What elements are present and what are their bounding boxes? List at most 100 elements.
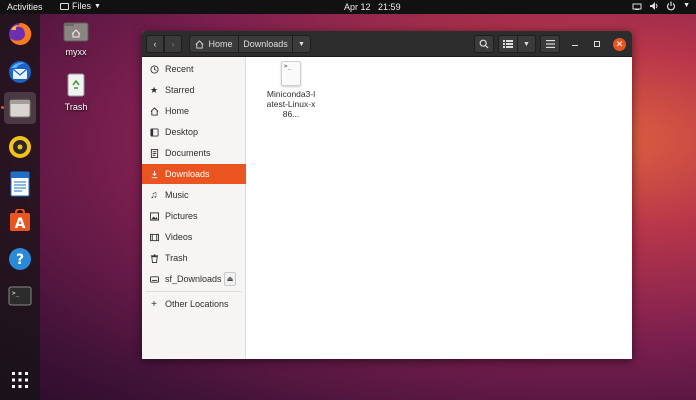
dock-help[interactable]: ?	[4, 243, 36, 275]
power-icon	[666, 1, 676, 11]
chevron-left-icon: ‹	[153, 39, 157, 49]
home-folder-icon	[59, 20, 93, 44]
home-icon	[149, 106, 159, 116]
back-button[interactable]: ‹	[146, 35, 164, 53]
clock-date: Apr 12	[344, 2, 371, 12]
script-file-icon: >_	[281, 61, 301, 86]
close-button[interactable]: ✕	[613, 38, 626, 51]
activities-button[interactable]: Activities	[7, 2, 43, 12]
search-button[interactable]	[474, 35, 494, 53]
app-menu[interactable]: Files ▼	[60, 1, 101, 11]
minimize-icon	[572, 45, 578, 46]
trash-icon	[149, 253, 159, 263]
sidebar-item-videos[interactable]: Videos	[142, 227, 246, 247]
sidebar-item-label: Recent	[165, 64, 194, 74]
clock-icon	[149, 64, 159, 74]
sidebar-item-desktop[interactable]: Desktop	[142, 122, 246, 142]
sidebar-item-recent[interactable]: Recent	[142, 59, 246, 79]
svg-text:?: ?	[16, 252, 24, 268]
show-applications-button[interactable]	[4, 364, 36, 396]
breadcrumb-home[interactable]: Home	[189, 35, 239, 53]
sidebar-item-label: Downloads	[165, 169, 210, 179]
dock-rhythmbox[interactable]	[4, 131, 36, 163]
close-icon: ✕	[615, 39, 624, 49]
search-icon	[479, 39, 489, 49]
chevron-down-icon: ▼	[523, 40, 530, 48]
desktop-icon-label: Trash	[64, 102, 88, 112]
top-bar: Activities Files ▼ Apr 12 21:59 ▼	[0, 0, 696, 14]
sidebar-item-label: Trash	[165, 253, 188, 263]
libreoffice-writer-icon	[10, 171, 30, 197]
desktop-icon-home[interactable]: myxx	[59, 20, 93, 57]
sidebar-item-label: Home	[165, 106, 190, 116]
sidebar-item-documents[interactable]: Documents	[142, 143, 246, 163]
sidebar-item-label: Videos	[165, 232, 193, 242]
chevron-right-icon: ›	[171, 39, 175, 49]
sidebar-item-starred[interactable]: ★ Starred	[142, 80, 246, 100]
sidebar-item-label: Starred	[165, 85, 195, 95]
clock-time: 21:59	[378, 2, 401, 12]
view-options-button[interactable]: ▼	[518, 35, 536, 53]
view-toggle-button[interactable]	[498, 35, 518, 53]
file-name: Miniconda3-latest-Linux-x86...	[266, 89, 316, 119]
video-icon	[149, 232, 159, 242]
dock-thunderbird[interactable]	[4, 56, 36, 88]
desktop-icon-trash[interactable]: Trash	[59, 73, 93, 112]
show-apps-icon	[12, 372, 28, 388]
hamburger-icon	[545, 40, 555, 48]
list-view-icon	[503, 40, 513, 48]
app-menu-label: Files	[72, 1, 92, 11]
desktop-icon-label: myxx	[65, 47, 87, 57]
breadcrumb-menu-button[interactable]: ▼	[293, 35, 311, 53]
dock-files[interactable]	[4, 92, 36, 124]
breadcrumb-current[interactable]: Downloads	[239, 35, 293, 53]
sidebar-item-pictures[interactable]: Pictures	[142, 206, 246, 226]
file-item[interactable]: >_ Miniconda3-latest-Linux-x86...	[265, 61, 317, 119]
sidebar-item-label: sf_Downloads	[165, 274, 222, 284]
star-icon: ★	[149, 84, 159, 95]
home-icon	[196, 39, 204, 49]
sidebar-item-music[interactable]: ♫ Music	[142, 185, 246, 205]
breadcrumb-current-label: Downloads	[243, 39, 288, 49]
sidebar-separator	[146, 291, 242, 292]
files-icon	[60, 2, 69, 10]
drive-icon	[149, 274, 159, 284]
dock-firefox[interactable]	[4, 18, 36, 50]
file-view[interactable]: >_ Miniconda3-latest-Linux-x86...	[247, 57, 632, 359]
dock-terminal[interactable]: >_	[4, 280, 36, 312]
software-center-icon: A	[10, 209, 30, 232]
menu-button[interactable]	[540, 35, 560, 53]
svg-text:>_: >_	[12, 290, 20, 297]
plus-icon: +	[151, 298, 157, 310]
clock[interactable]: Apr 12 21:59	[344, 2, 401, 12]
sidebar-item-label: Pictures	[165, 211, 198, 221]
sidebar-item-sf-downloads[interactable]: sf_Downloads ⏏	[142, 269, 246, 289]
sidebar-item-label: Desktop	[165, 127, 199, 137]
network-icon	[632, 3, 642, 10]
chevron-down-icon: ▼	[94, 2, 101, 10]
trash-icon	[59, 73, 93, 99]
svg-text:A: A	[15, 216, 26, 232]
download-icon	[149, 169, 159, 179]
document-icon	[149, 148, 159, 158]
dock-software[interactable]: A	[4, 205, 36, 237]
eject-button[interactable]: ⏏	[224, 272, 236, 286]
sidebar-item-trash[interactable]: Trash	[142, 248, 246, 268]
files-icon	[9, 99, 31, 118]
sidebar-item-downloads[interactable]: Downloads	[142, 164, 246, 184]
sidebar-item-other-locations[interactable]: + Other Locations	[142, 294, 246, 314]
system-tray[interactable]: ▼	[632, 1, 690, 11]
maximize-button[interactable]	[590, 35, 604, 53]
sidebar-item-label: Documents	[165, 148, 211, 158]
forward-button[interactable]: ›	[164, 35, 182, 53]
minimize-button[interactable]	[568, 35, 582, 53]
chevron-down-icon: ▼	[298, 40, 305, 48]
dock: A ? >_	[0, 14, 40, 400]
sidebar-item-home[interactable]: Home	[142, 101, 246, 121]
thunderbird-icon	[9, 61, 31, 83]
firefox-icon	[9, 22, 32, 45]
breadcrumb-home-label: Home	[208, 39, 233, 49]
dock-writer[interactable]	[4, 168, 36, 200]
picture-icon	[149, 211, 159, 221]
running-indicator	[1, 106, 4, 109]
